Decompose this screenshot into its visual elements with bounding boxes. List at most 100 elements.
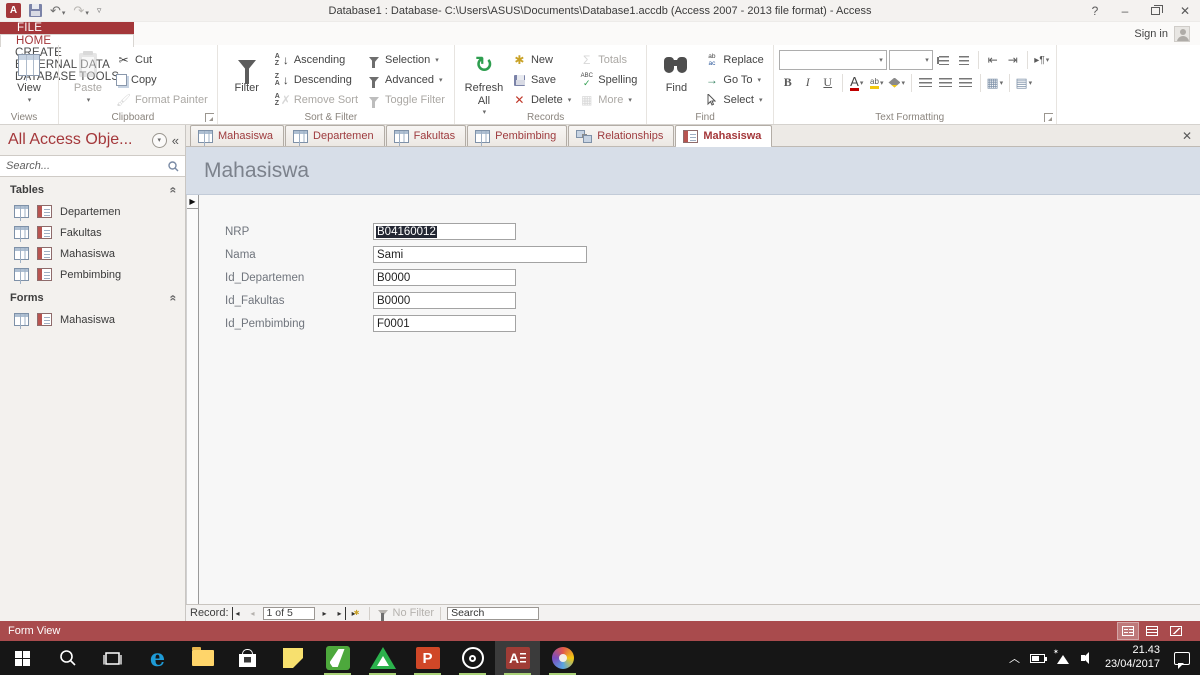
previous-record-button[interactable]: ◂	[246, 607, 260, 620]
spelling-button[interactable]: ABC✓Spelling	[575, 70, 641, 90]
file-explorer-button[interactable]	[180, 641, 225, 675]
italic-button[interactable]: I	[799, 73, 817, 92]
help-button[interactable]: ?	[1080, 0, 1110, 21]
refresh-all-button[interactable]: ↻ Refresh All ▾	[460, 48, 508, 117]
collapse-section-icon[interactable]: «	[167, 187, 181, 194]
decrease-indent-icon[interactable]: ⇤	[984, 51, 1002, 70]
align-center-icon[interactable]	[937, 73, 955, 92]
new-record-button[interactable]: ✱New	[508, 50, 575, 70]
document-tab[interactable]: Relationships	[568, 125, 674, 146]
driverpack-button[interactable]	[360, 641, 405, 675]
field-textbox[interactable]: B0000	[373, 292, 516, 309]
powerpoint-button[interactable]: P	[405, 641, 450, 675]
copy-button[interactable]: Copy	[112, 70, 212, 90]
no-filter-label[interactable]: No Filter	[393, 607, 435, 619]
delete-record-button[interactable]: ✕Delete▾	[508, 90, 575, 110]
nav-search-box[interactable]: Search...	[0, 155, 185, 177]
new-record-nav-button[interactable]: ▸✱	[349, 607, 363, 620]
close-document-icon[interactable]: ✕	[1182, 129, 1192, 143]
wifi-icon[interactable]	[1055, 652, 1071, 664]
sticky-notes-button[interactable]	[270, 641, 315, 675]
select-button[interactable]: Select▾	[700, 90, 767, 110]
go-to-button[interactable]: →Go To▾	[700, 70, 767, 90]
form-view-button[interactable]	[1118, 623, 1138, 639]
undo-icon[interactable]: ↶▾	[50, 4, 65, 17]
record-position-box[interactable]: 1 of 5	[263, 607, 315, 620]
document-tab[interactable]: Mahasiswa	[190, 125, 284, 146]
tables-section-header[interactable]: Tables «	[0, 177, 185, 201]
cut-button[interactable]: ✂Cut	[112, 50, 212, 70]
datasheet-view-button[interactable]	[1142, 623, 1162, 639]
nav-pane-menu-icon[interactable]: ▾	[152, 133, 167, 148]
clipboard-dialog-launcher[interactable]	[205, 113, 214, 122]
volume-icon[interactable]	[1081, 652, 1095, 664]
ribbon-tab[interactable]: FILE	[0, 22, 134, 34]
bold-button[interactable]: B	[779, 73, 797, 92]
text-formatting-dialog-launcher[interactable]	[1044, 113, 1053, 122]
document-tab[interactable]: Mahasiswa	[675, 125, 772, 146]
ascending-button[interactable]: AZ↓Ascending	[271, 50, 362, 70]
advanced-button[interactable]: Advanced▾	[362, 70, 449, 90]
battery-icon[interactable]	[1030, 654, 1045, 663]
paint-app-button[interactable]	[540, 641, 585, 675]
selection-button[interactable]: Selection▾	[362, 50, 449, 70]
shutter-bar-close-icon[interactable]: «	[172, 133, 179, 148]
field-textbox[interactable]: B0000	[373, 269, 516, 286]
tray-expand-icon[interactable]: ︿	[1009, 650, 1020, 666]
powerdirector-button[interactable]	[450, 641, 495, 675]
descending-button[interactable]: ZA↓Descending	[271, 70, 362, 90]
nav-item-form[interactable]: Mahasiswa	[0, 309, 185, 330]
find-button[interactable]: Find	[652, 48, 700, 95]
redo-icon[interactable]: ↷▾	[73, 4, 88, 17]
remove-sort-button[interactable]: AZ✗Remove Sort	[271, 90, 362, 110]
field-textbox[interactable]: B04160012	[373, 223, 516, 240]
document-tab[interactable]: Departemen	[285, 125, 385, 146]
taskbar-search-button[interactable]	[45, 641, 90, 675]
nav-item-table[interactable]: Fakultas	[0, 222, 185, 243]
coreldraw-button[interactable]	[315, 641, 360, 675]
layout-view-button[interactable]	[1166, 623, 1186, 639]
forms-section-header[interactable]: Forms «	[0, 285, 185, 309]
record-selector-bar[interactable]: ▶	[186, 195, 199, 604]
view-button[interactable]: View ▾	[5, 48, 53, 105]
paste-button[interactable]: Paste ▾	[64, 48, 112, 105]
field-textbox[interactable]: Sami	[373, 246, 587, 263]
action-center-icon[interactable]	[1174, 652, 1190, 665]
underline-button[interactable]: U	[819, 73, 837, 92]
replace-button[interactable]: abacReplace	[700, 50, 767, 70]
increase-indent-icon[interactable]: ⇥	[1004, 51, 1022, 70]
field-textbox[interactable]: F0001	[373, 315, 516, 332]
customize-qat-icon[interactable]: ▿	[97, 6, 102, 15]
restore-button[interactable]	[1140, 0, 1170, 21]
bullets-icon[interactable]	[935, 51, 953, 70]
taskbar-clock[interactable]: 21.43 23/04/2017	[1105, 644, 1160, 672]
edge-button[interactable]: e	[135, 641, 180, 675]
nav-item-table[interactable]: Departemen	[0, 201, 185, 222]
font-name-combo[interactable]: ▾	[779, 50, 887, 70]
last-record-button[interactable]: ▸	[335, 607, 346, 620]
filter-button[interactable]: Filter	[223, 48, 271, 95]
totals-button[interactable]: ΣTotals	[575, 50, 641, 70]
task-view-button[interactable]	[90, 641, 135, 675]
next-record-button[interactable]: ▸	[318, 607, 332, 620]
text-direction-icon[interactable]: ▸¶▾	[1033, 51, 1051, 70]
document-tab[interactable]: Fakultas	[386, 125, 467, 146]
align-left-icon[interactable]	[917, 73, 935, 92]
numbering-icon[interactable]	[955, 51, 973, 70]
first-record-button[interactable]: ◂	[232, 607, 243, 620]
record-search-box[interactable]: Search	[447, 607, 539, 620]
more-button[interactable]: ▦More▾	[575, 90, 641, 110]
fill-color-button[interactable]: ▾	[888, 73, 906, 92]
toggle-filter-button[interactable]: Toggle Filter	[362, 90, 449, 110]
nav-item-table[interactable]: Pembimbing	[0, 264, 185, 285]
font-size-combo[interactable]: ▾	[889, 50, 933, 70]
sign-in[interactable]: Sign in	[1134, 22, 1200, 45]
font-color-button[interactable]: A▾	[848, 73, 866, 92]
document-tab[interactable]: Pembimbing	[467, 125, 567, 146]
alternate-row-color-button[interactable]: ▤▾	[1015, 73, 1033, 92]
start-button[interactable]	[0, 641, 45, 675]
collapse-section-icon[interactable]: «	[167, 295, 181, 302]
highlight-color-button[interactable]: ab▾	[868, 73, 886, 92]
store-button[interactable]	[225, 641, 270, 675]
close-button[interactable]: ✕	[1170, 0, 1200, 21]
